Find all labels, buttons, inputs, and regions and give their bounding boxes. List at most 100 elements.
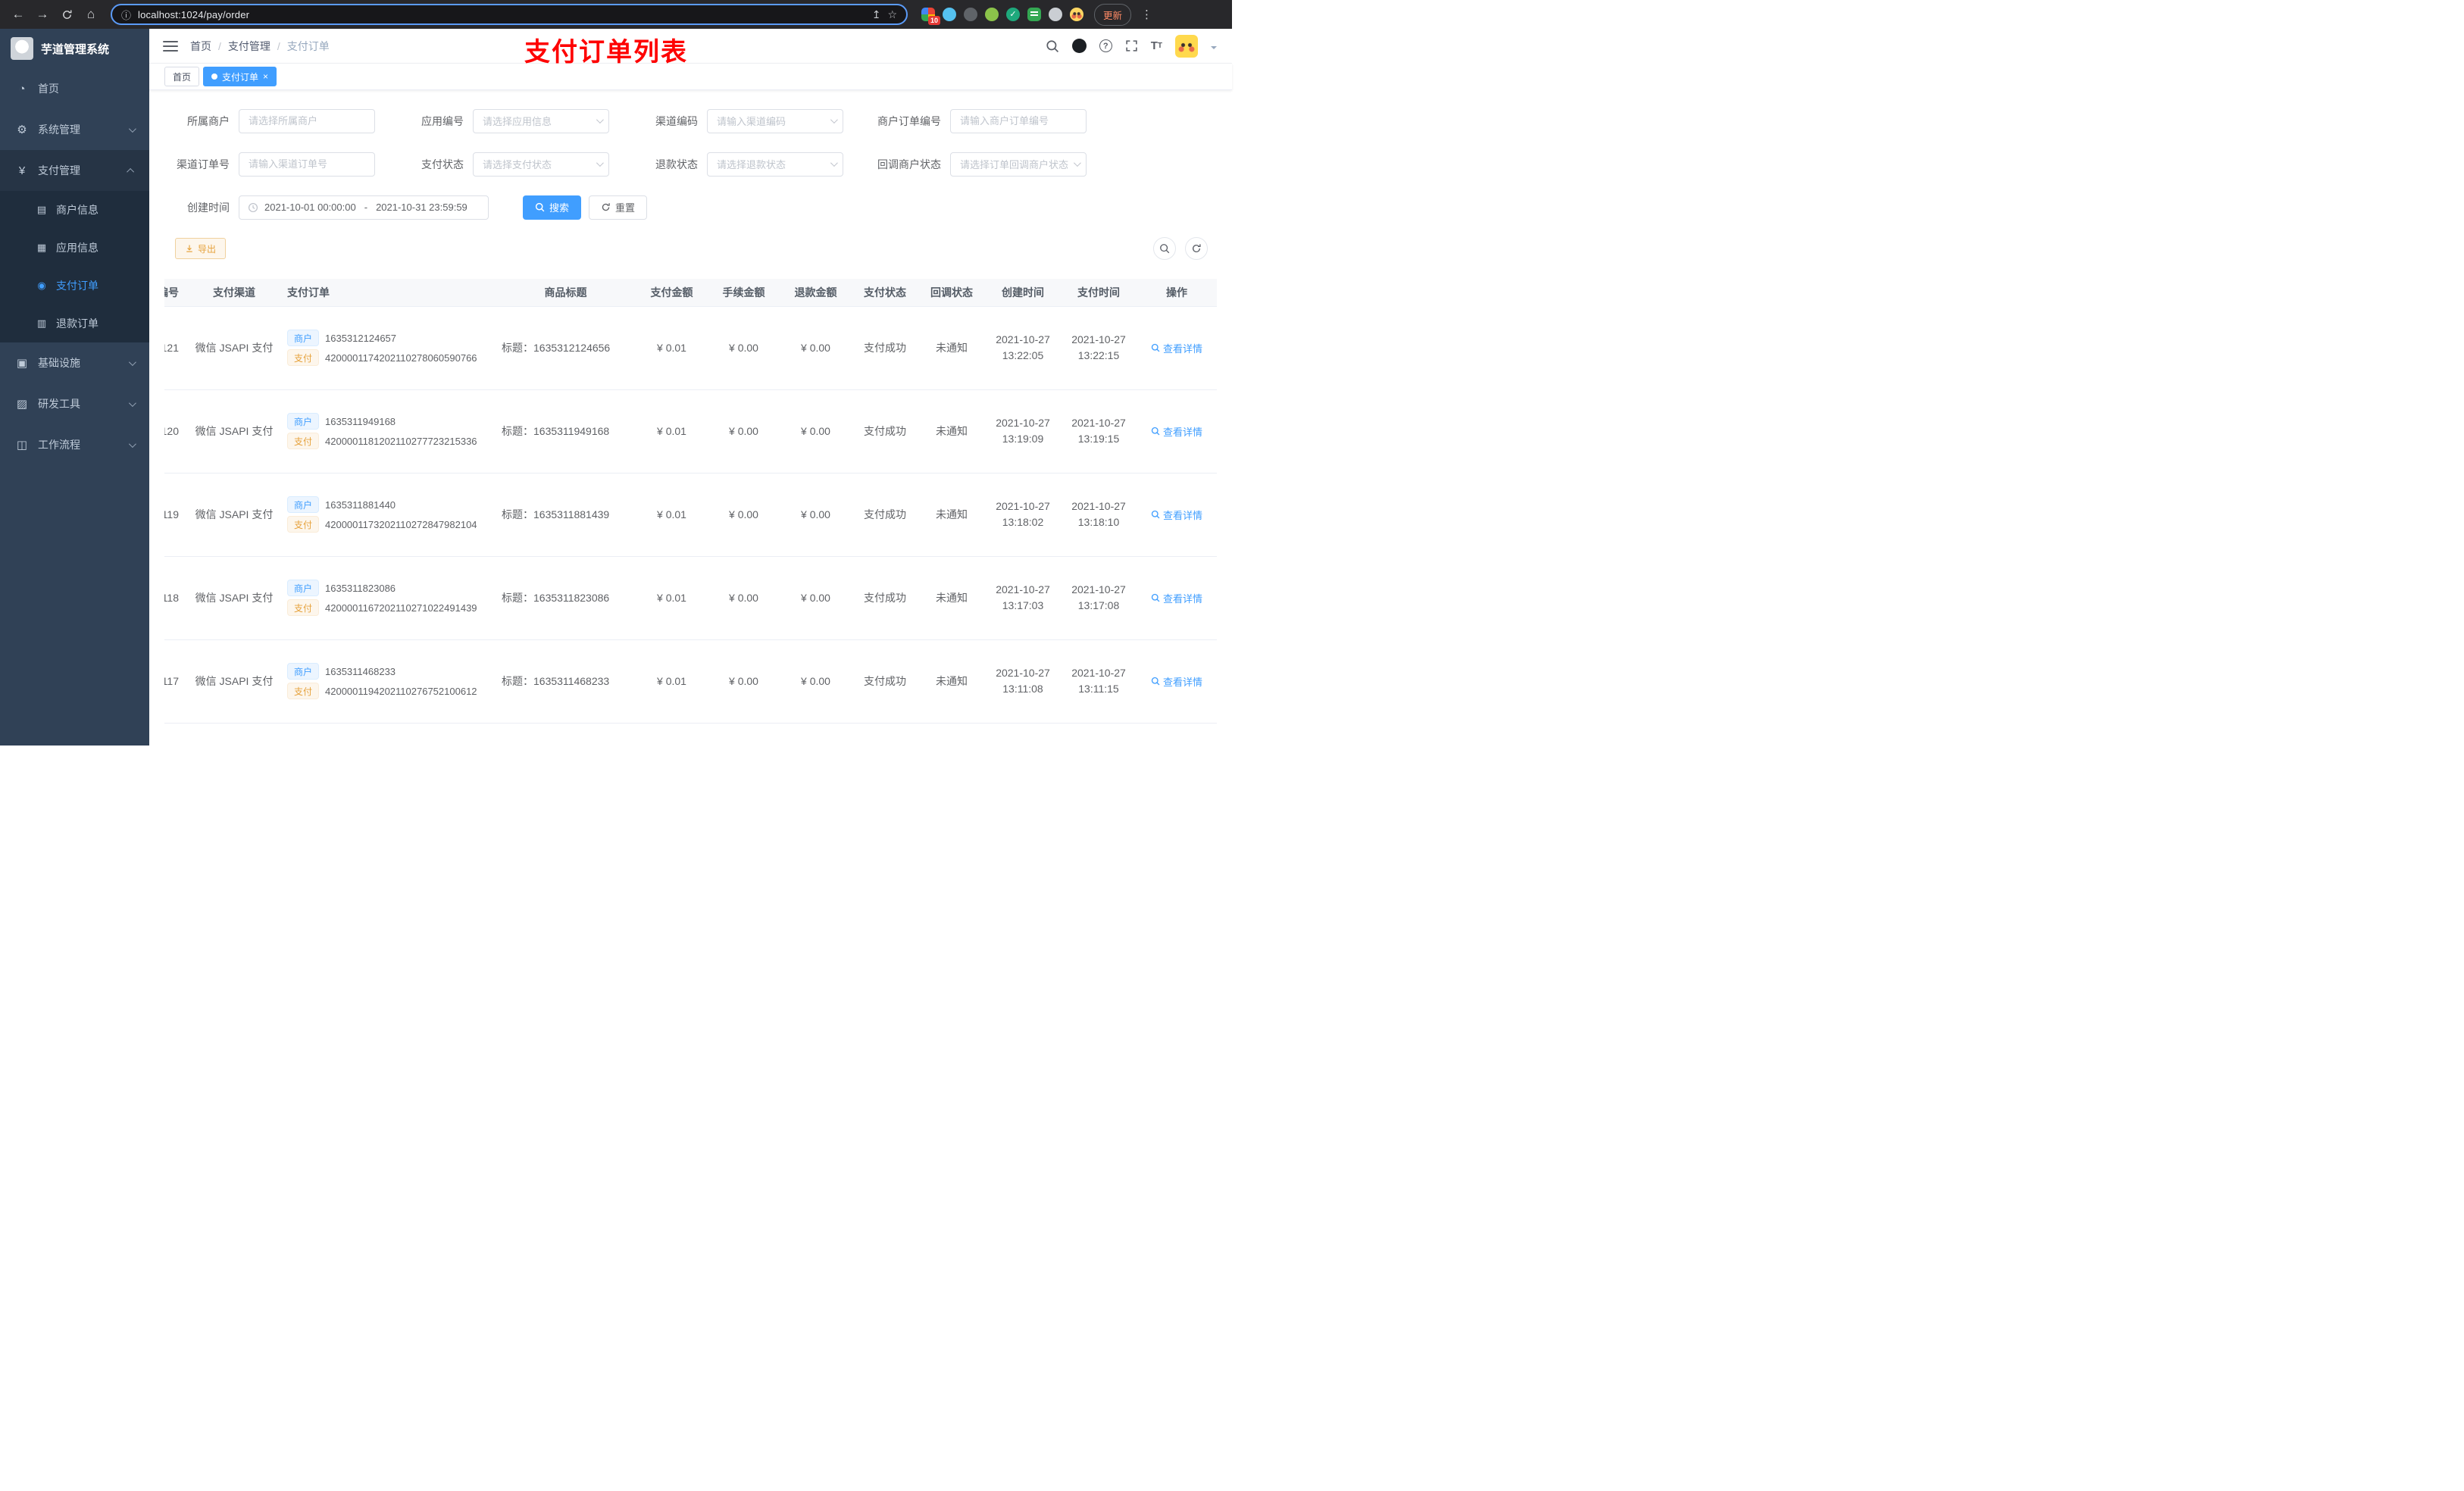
filter-label: 商户订单编号 — [877, 114, 941, 127]
sidebar-item-infrastructure[interactable]: ▣ 基础设施 — [0, 342, 149, 383]
sidebar-item-label: 系统管理 — [38, 123, 80, 136]
cell-action: 查看详情 — [1137, 473, 1217, 557]
sidebar-item-merchant-info[interactable]: ▤ 商户信息 — [0, 191, 149, 229]
browser-forward-icon[interactable]: → — [32, 4, 53, 25]
sidebar-item-label: 应用信息 — [56, 242, 98, 254]
extensions-pin-icon[interactable] — [1049, 8, 1062, 21]
browser-home-icon[interactable]: ⌂ — [80, 4, 102, 25]
bookmark-star-icon[interactable]: ☆ — [887, 8, 897, 21]
column-header: 退款金额 — [780, 279, 852, 307]
search-icon[interactable] — [1046, 39, 1059, 53]
view-detail-link[interactable]: 查看详情 — [1151, 341, 1202, 355]
date-start-value: 2021-10-01 00:00:00 — [264, 202, 356, 213]
filter-label: 渠道订单号 — [177, 158, 230, 170]
channel-code-select[interactable]: 请输入渠道编码 — [707, 108, 843, 133]
tab-pay-order[interactable]: 支付订单 × — [203, 67, 277, 86]
extension-gray-icon[interactable] — [964, 8, 977, 21]
app-logo[interactable]: 芋道管理系统 — [0, 29, 149, 68]
payment-submenu: ▤ 商户信息 ▦ 应用信息 ◉ 支付订单 ▥ 退款订单 — [0, 191, 149, 342]
select-placeholder: 请选择支付状态 — [483, 159, 552, 170]
cell-created: 2021-10-27 13:19:09 — [985, 389, 1061, 474]
refresh-icon — [602, 203, 610, 211]
cell-channel: 微信 JSAPI 支付 — [189, 389, 280, 474]
pay-tag: 支付 — [287, 433, 320, 449]
cell-refund: ¥ 0.00 — [780, 473, 852, 557]
app-no-select[interactable]: 请选择应用信息 — [473, 108, 609, 133]
cell-title: 标题：1635311823086 — [496, 556, 636, 640]
select-placeholder: 请选择订单回调商户状态 — [960, 159, 1069, 170]
browser-profile-avatar[interactable] — [1070, 8, 1083, 21]
sidebar-collapse-icon[interactable] — [163, 40, 178, 52]
sidebar-item-app-info[interactable]: ▦ 应用信息 — [0, 229, 149, 267]
search-button[interactable]: 搜索 — [523, 195, 582, 220]
cell-fee: ¥ 0.00 — [708, 556, 780, 640]
cell-order: 商户 1635311468233 支付 4200001194202110276752… — [280, 639, 496, 724]
view-detail-link[interactable]: 查看详情 — [1151, 591, 1202, 605]
app-header: 首页 / 支付管理 / 支付订单 支付订单列表 ? TT — [149, 29, 1232, 67]
cell-notify: 未通知 — [918, 389, 985, 474]
column-header: 操作 — [1137, 279, 1217, 307]
channel-order-no-input[interactable] — [239, 152, 375, 177]
merchant-input[interactable] — [239, 108, 375, 133]
export-button[interactable]: 导出 — [175, 238, 227, 259]
browser-refresh-icon[interactable] — [56, 4, 77, 25]
cell-title: 标题：1635312124656 — [496, 306, 636, 390]
breadcrumb: 首页 / 支付管理 / 支付订单 — [190, 39, 330, 54]
share-icon[interactable]: ↥ — [872, 8, 881, 21]
font-size-icon[interactable]: TT — [1151, 39, 1162, 52]
download-icon — [186, 245, 192, 252]
github-icon[interactable] — [1071, 39, 1087, 53]
annotation-title: 支付订单列表 — [524, 38, 688, 67]
merchant-order-no-input[interactable] — [950, 108, 1087, 133]
sidebar-item-home[interactable]: ◔ 首页 — [0, 68, 149, 109]
pay-status-select[interactable]: 请选择支付状态 — [473, 152, 609, 177]
browser-address-bar[interactable]: ⓘ localhost:1024/pay/order ↥ ☆ — [111, 4, 908, 25]
extension-green-icon[interactable] — [985, 8, 999, 21]
sidebar-item-system[interactable]: ⚙ 系统管理 — [0, 109, 149, 150]
view-detail-link[interactable]: 查看详情 — [1151, 674, 1202, 689]
close-tab-icon[interactable]: × — [263, 72, 268, 81]
date-range-picker[interactable]: 2021-10-01 00:00:00 - 2021-10-31 23:59:5… — [239, 195, 489, 220]
extension-drop-icon[interactable] — [943, 8, 956, 21]
view-detail-link[interactable]: 查看详情 — [1151, 424, 1202, 439]
cell-paid: 2021-10-27 13:18:10 — [1061, 473, 1137, 557]
browser-update-button[interactable]: 更新 — [1094, 3, 1132, 26]
breadcrumb-home[interactable]: 首页 — [190, 39, 211, 54]
sidebar-item-pay-order[interactable]: ◉ 支付订单 — [0, 267, 149, 305]
cell-status: 支付成功 — [852, 473, 918, 557]
reset-button[interactable]: 重置 — [589, 195, 648, 220]
extension-chat-icon[interactable] — [1027, 8, 1041, 21]
search-icon — [1151, 510, 1160, 519]
sidebar-item-label: 支付管理 — [38, 164, 80, 177]
notify-status-select[interactable]: 请选择订单回调商户状态 — [950, 152, 1087, 177]
site-info-icon[interactable]: ⓘ — [121, 8, 131, 22]
avatar-caret-icon[interactable] — [1211, 45, 1217, 52]
breadcrumb-current: 支付订单 — [286, 39, 330, 52]
user-avatar[interactable] — [1175, 34, 1198, 58]
browser-menu-icon[interactable]: ⋮ — [1139, 8, 1155, 21]
sidebar-item-refund-order[interactable]: ▥ 退款订单 — [0, 305, 149, 342]
extension-cluster-icon[interactable]: 10 — [921, 8, 940, 25]
column-header: 回调状态 — [918, 279, 985, 307]
breadcrumb-pay-manage[interactable]: 支付管理 — [228, 39, 270, 54]
url-text: localhost:1024/pay/order — [138, 8, 250, 20]
view-detail-link[interactable]: 查看详情 — [1151, 508, 1202, 522]
chevron-down-icon — [128, 399, 136, 407]
sidebar-item-payment[interactable]: ¥ 支付管理 — [0, 150, 149, 191]
tab-home[interactable]: 首页 — [164, 67, 200, 86]
cell-order: 商户1635311057866 — [280, 723, 496, 746]
merchant-order-no: 1635311949168 — [325, 415, 396, 427]
help-icon[interactable]: ? — [1099, 39, 1112, 52]
refund-status-select[interactable]: 请选择退款状态 — [707, 152, 843, 177]
browser-back-icon[interactable]: ← — [8, 4, 29, 25]
fullscreen-icon[interactable] — [1125, 39, 1138, 52]
toggle-search-icon[interactable] — [1153, 237, 1176, 260]
merchant-tag: 商户 — [287, 413, 320, 430]
extension-check-icon[interactable] — [1006, 8, 1020, 21]
sidebar-item-devtools[interactable]: ▨ 研发工具 — [0, 383, 149, 424]
sidebar-item-label: 退款订单 — [56, 317, 98, 330]
sidebar-item-workflow[interactable]: ◫ 工作流程 — [0, 424, 149, 465]
table-row: 120 微信 JSAPI 支付 商户 1635311949168 支付 420000… — [164, 389, 1217, 474]
refresh-table-icon[interactable] — [1185, 237, 1208, 260]
cell-created — [985, 723, 1061, 746]
